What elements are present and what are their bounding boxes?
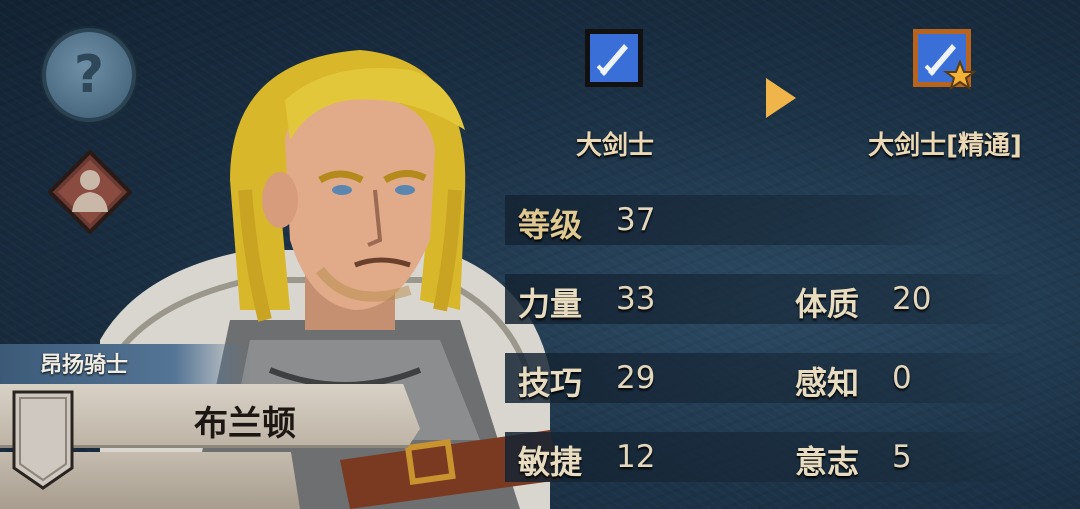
perception-value: 0	[892, 360, 912, 396]
banner-icon	[12, 390, 74, 490]
upgrade-arrow-icon	[766, 78, 796, 118]
skill-value: 29	[616, 360, 656, 396]
will-label: 意志	[795, 443, 860, 481]
sword-star-icon	[913, 29, 976, 91]
perception-label: 感知	[795, 364, 860, 402]
character-title: 昂扬骑士	[40, 353, 129, 378]
level-label: 等级	[518, 206, 583, 244]
constitution-value: 20	[892, 281, 932, 317]
agility-label: 敏捷	[518, 443, 583, 481]
stat-row-bg	[505, 274, 1035, 324]
stat-row-bg	[505, 353, 1035, 403]
character-name[interactable]: 布兰顿	[150, 396, 340, 445]
strength-label: 力量	[518, 285, 583, 323]
skill-label: 技巧	[518, 364, 583, 402]
level-value: 37	[616, 202, 656, 238]
agility-value: 12	[616, 439, 656, 475]
will-value: 5	[892, 439, 912, 475]
from-class-label: 大剑士	[575, 131, 654, 161]
to-class-label: 大剑士[精通]	[868, 131, 1022, 161]
constitution-label: 体质	[795, 285, 860, 323]
sword-icon	[585, 29, 643, 87]
strength-value: 33	[616, 281, 656, 317]
stat-row-bg	[505, 432, 1035, 482]
